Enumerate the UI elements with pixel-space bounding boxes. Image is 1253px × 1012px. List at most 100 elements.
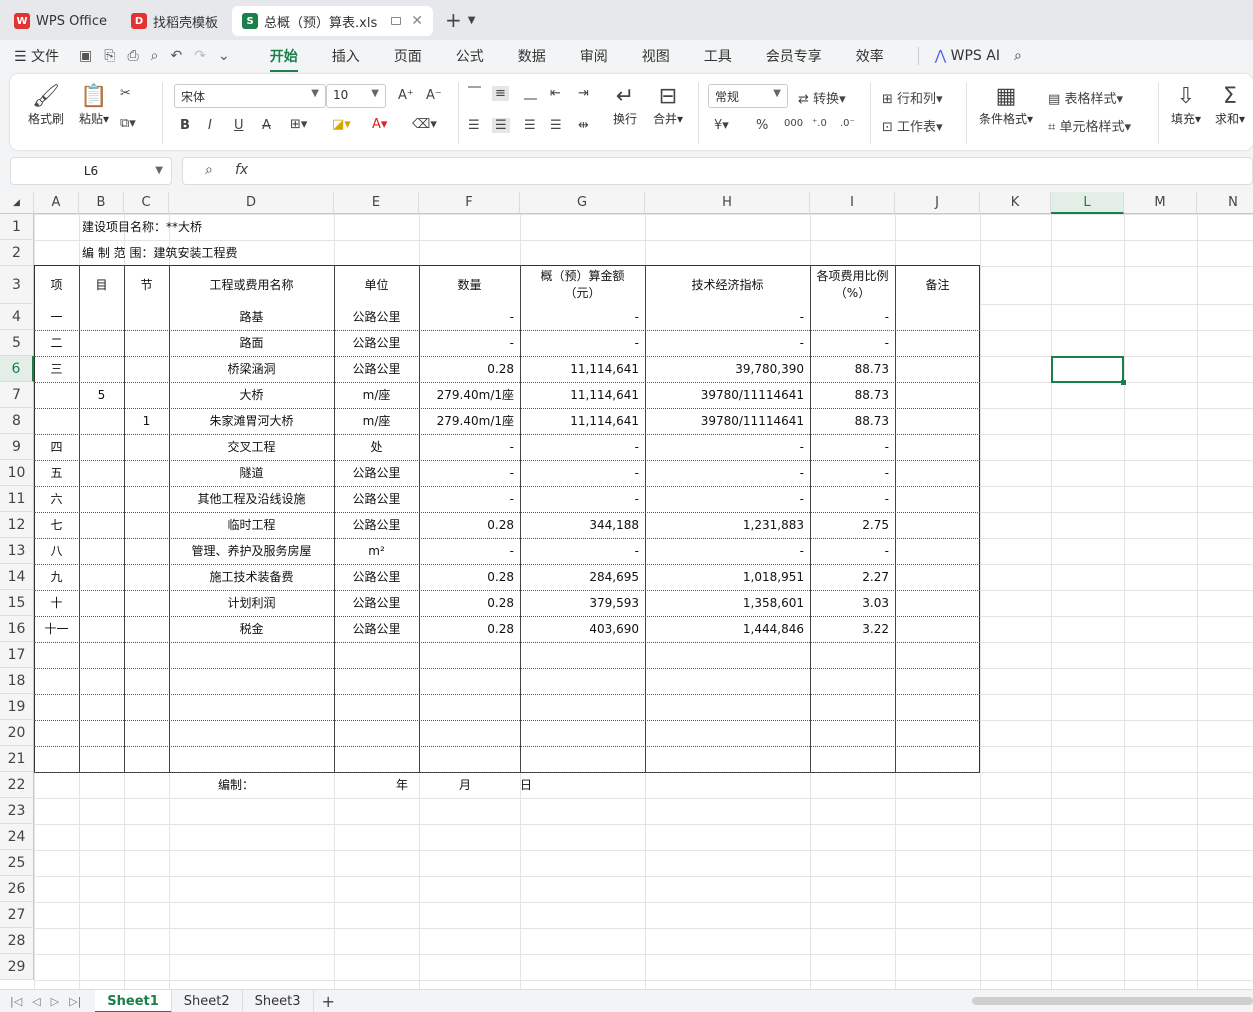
row-header-27[interactable]: 27 xyxy=(0,902,34,928)
cell-xiang[interactable]: 八 xyxy=(34,538,79,564)
cell-name[interactable]: 朱家滩胃河大桥 xyxy=(169,408,334,434)
cell-index[interactable]: 1,018,951 xyxy=(645,564,810,590)
row-header-21[interactable]: 21 xyxy=(0,746,34,772)
row-header-13[interactable]: 13 xyxy=(0,538,34,564)
cell-ratio[interactable]: - xyxy=(810,304,895,330)
row-header-16[interactable]: 16 xyxy=(0,616,34,642)
underline-icon[interactable]: U xyxy=(234,118,244,133)
row-header-29[interactable]: 29 xyxy=(0,954,34,980)
cell-unit[interactable]: 公路公里 xyxy=(334,486,419,512)
cell-mu[interactable] xyxy=(79,408,124,434)
column-header-b[interactable]: B xyxy=(79,192,124,214)
cell-ratio[interactable]: 2.27 xyxy=(810,564,895,590)
cell-name[interactable]: 税金 xyxy=(169,616,334,642)
cell-qty[interactable]: - xyxy=(419,304,520,330)
cell-unit[interactable]: 公路公里 xyxy=(334,304,419,330)
cell-index[interactable]: - xyxy=(645,538,810,564)
project-name-cell[interactable]: 建设项目名称：**大桥 xyxy=(82,214,482,240)
column-header-j[interactable]: J xyxy=(895,192,980,214)
cell-index[interactable]: 39780/11114641 xyxy=(645,408,810,434)
formula-input[interactable]: ⌕ fx xyxy=(182,157,1253,185)
column-header-m[interactable]: M xyxy=(1124,192,1197,214)
cell-mu[interactable] xyxy=(79,564,124,590)
cell-index[interactable]: - xyxy=(645,330,810,356)
add-sheet-icon[interactable]: + xyxy=(322,992,335,1011)
column-header-d[interactable]: D xyxy=(169,192,334,214)
cut-icon[interactable]: ✂ xyxy=(120,86,131,101)
name-box[interactable]: L6 ▼ xyxy=(10,157,172,185)
wps-ai-button[interactable]: ⋀ WPS AI xyxy=(935,48,1000,64)
undo-icon[interactable]: ↶ xyxy=(171,48,183,64)
tab-formula[interactable]: 公式 xyxy=(456,46,484,66)
cell-ratio[interactable]: 88.73 xyxy=(810,356,895,382)
decimal-increase-icon[interactable]: ⁺.0 xyxy=(812,118,827,129)
cell-ratio[interactable]: - xyxy=(810,330,895,356)
cell-mu[interactable] xyxy=(79,330,124,356)
scope-cell[interactable]: 编 制 范 围：建筑安装工程费 xyxy=(82,240,482,266)
cell-amount[interactable]: - xyxy=(520,330,645,356)
row-header-14[interactable]: 14 xyxy=(0,564,34,590)
percent-icon[interactable]: % xyxy=(756,118,768,133)
cell-ratio[interactable]: 88.73 xyxy=(810,382,895,408)
new-tab-icon[interactable]: + xyxy=(445,8,462,32)
cell-xiang[interactable]: 十一 xyxy=(34,616,79,642)
first-sheet-icon[interactable]: |◁ xyxy=(10,995,22,1008)
cell-name[interactable]: 计划利润 xyxy=(169,590,334,616)
cell-index[interactable]: - xyxy=(645,434,810,460)
tab-wps-office[interactable]: W WPS Office xyxy=(4,6,117,36)
sheet-tab-3[interactable]: Sheet3 xyxy=(243,989,314,1012)
align-middle-icon[interactable]: ≡ xyxy=(492,86,509,101)
next-sheet-icon[interactable]: ▷ xyxy=(51,995,59,1008)
border-icon[interactable]: ⊞▾ xyxy=(290,117,307,132)
cell-index[interactable]: - xyxy=(645,304,810,330)
eraser-icon[interactable]: ⌫▾ xyxy=(412,117,437,132)
zoom-icon[interactable]: ⌕ xyxy=(205,162,213,178)
header-index[interactable]: 技术经济指标 xyxy=(645,266,810,304)
column-header-h[interactable]: H xyxy=(645,192,810,214)
cell-qty[interactable]: 0.28 xyxy=(419,590,520,616)
header-qty[interactable]: 数量 xyxy=(419,266,520,304)
select-all-corner[interactable]: ◢ xyxy=(0,192,34,214)
cell-qty[interactable]: 279.40m/1座 xyxy=(419,408,520,434)
cell-name[interactable]: 路基 xyxy=(169,304,334,330)
cell-name[interactable]: 管理、养护及服务房屋 xyxy=(169,538,334,564)
row-header-8[interactable]: 8 xyxy=(0,408,34,434)
tab-member[interactable]: 会员专享 xyxy=(766,46,822,66)
save-icon[interactable]: ▣ xyxy=(79,48,92,64)
row-header-17[interactable]: 17 xyxy=(0,642,34,668)
indent-decrease-icon[interactable]: ⇤ xyxy=(550,86,561,101)
cell-unit[interactable]: 公路公里 xyxy=(334,460,419,486)
header-unit[interactable]: 单位 xyxy=(334,266,419,304)
column-header-g[interactable]: G xyxy=(520,192,645,214)
cell-name[interactable]: 桥梁涵洞 xyxy=(169,356,334,382)
cell-xiang[interactable]: 六 xyxy=(34,486,79,512)
tab-review[interactable]: 审阅 xyxy=(580,46,608,66)
cell-ratio[interactable]: - xyxy=(810,486,895,512)
column-header-n[interactable]: N xyxy=(1197,192,1253,214)
cell-xiang[interactable]: 三 xyxy=(34,356,79,382)
cell-amount[interactable]: - xyxy=(520,460,645,486)
distribute-icon[interactable]: ⇹ xyxy=(578,118,589,133)
cell-qty[interactable]: - xyxy=(419,486,520,512)
cell-ratio[interactable]: - xyxy=(810,434,895,460)
more-icon[interactable]: ⌄ xyxy=(218,48,230,64)
cell-ratio[interactable]: - xyxy=(810,538,895,564)
column-header-f[interactable]: F xyxy=(419,192,520,214)
worksheet-button[interactable]: ⊡ 工作表▾ xyxy=(882,116,943,135)
cell-unit[interactable]: m² xyxy=(334,538,419,564)
selected-cell-l6[interactable] xyxy=(1051,356,1126,385)
row-header-22[interactable]: 22 xyxy=(0,772,34,798)
align-bottom-icon[interactable]: ⎽ xyxy=(524,86,537,101)
cell-unit[interactable]: 公路公里 xyxy=(334,330,419,356)
cell-ratio[interactable]: - xyxy=(810,460,895,486)
bold-icon[interactable]: B xyxy=(180,118,190,133)
decimal-decrease-icon[interactable]: .0⁻ xyxy=(840,118,855,129)
print-icon[interactable]: ⎙ xyxy=(127,48,138,64)
cell-amount[interactable]: - xyxy=(520,434,645,460)
cell-mu[interactable] xyxy=(79,460,124,486)
header-note[interactable]: 备注 xyxy=(895,266,980,304)
cell-index[interactable]: 39780/11114641 xyxy=(645,382,810,408)
cell-unit[interactable]: 处 xyxy=(334,434,419,460)
footer-year[interactable]: 年 xyxy=(396,772,426,798)
cell-ratio[interactable]: 2.75 xyxy=(810,512,895,538)
